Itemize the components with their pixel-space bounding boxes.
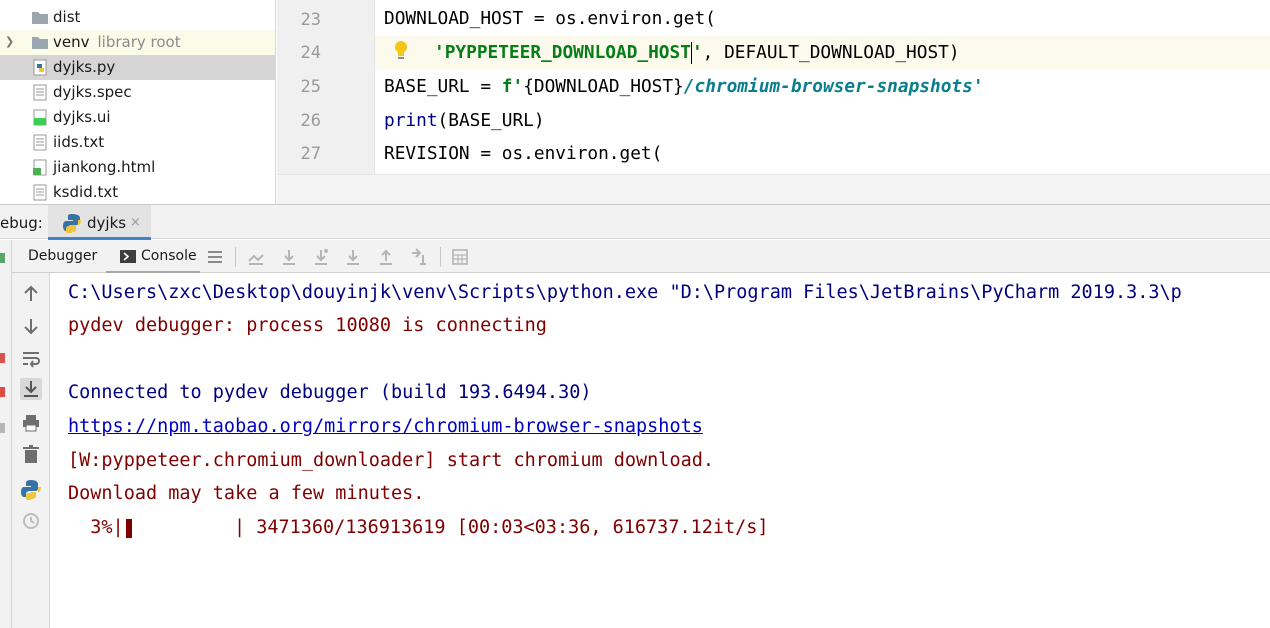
close-icon[interactable]: × — [130, 214, 141, 232]
tree-item-label: ksdid.txt — [53, 183, 119, 201]
qt-file-icon — [33, 109, 47, 126]
debug-session-tab[interactable]: dyjks × — [48, 205, 151, 240]
tree-item-label: dyjks.spec — [53, 83, 132, 101]
resume-marker[interactable] — [0, 253, 5, 263]
tree-item-dyjks-py[interactable]: dyjks.py — [0, 55, 275, 80]
tab-console[interactable]: Console — [106, 240, 200, 273]
line-number: 25 — [300, 77, 321, 97]
code-line-25: BASE_URL = f'{DOWNLOAD_HOST}/chromium-br… — [384, 76, 984, 97]
progress-bar-fill — [125, 518, 132, 538]
tab-console-label: Console — [141, 248, 197, 264]
tree-item-label: iids.txt — [53, 133, 105, 151]
text-file-icon — [33, 84, 47, 101]
toolbar-separator — [235, 247, 236, 267]
tree-item-dyjks-spec[interactable]: dyjks.spec — [0, 80, 275, 105]
text-file-icon — [33, 184, 47, 201]
stop-marker[interactable] — [0, 353, 5, 363]
scroll-to-end-icon — [24, 381, 38, 397]
mute-marker[interactable] — [0, 423, 5, 433]
tree-item-venv[interactable]: ❯ venv library root — [0, 30, 275, 55]
tree-item-label: jiankong.html — [53, 158, 156, 176]
step-over-icon[interactable] — [279, 247, 299, 267]
breakpoint-marker[interactable] — [0, 387, 5, 397]
lightbulb-icon[interactable] — [393, 40, 409, 62]
tree-item-iids-txt[interactable]: iids.txt — [0, 130, 275, 155]
toolbar-separator — [440, 247, 441, 267]
folder-icon — [32, 12, 48, 24]
tree-item-dist[interactable]: dist — [0, 5, 275, 30]
console-line-connecting: pydev debugger: process 10080 is connect… — [68, 315, 547, 336]
tree-item-label: dyjks.ui — [53, 108, 111, 126]
line-number: 26 — [300, 111, 321, 131]
tree-item-label: venv — [53, 33, 90, 51]
trash-icon[interactable] — [20, 444, 42, 466]
step-into-my-code-icon[interactable] — [343, 247, 363, 267]
editor-footer — [277, 174, 1270, 204]
text-file-icon — [33, 134, 47, 151]
console-line-download-note: Download may take a few minutes. — [68, 483, 425, 504]
debug-tool-window-header: ebug: dyjks × — [0, 204, 1270, 240]
history-clock-icon[interactable] — [20, 510, 42, 532]
project-tree: dist ❯ venv library root dyjks.py dyjks.s… — [0, 0, 276, 204]
chevron-right-icon[interactable]: ❯ — [5, 35, 17, 49]
console-link-snapshots[interactable]: https://npm.taobao.org/mirrors/chromium-… — [68, 410, 703, 444]
scroll-to-end-button[interactable] — [20, 378, 42, 400]
show-execution-point-icon[interactable] — [246, 247, 266, 267]
library-root-label: library root — [97, 33, 181, 51]
step-into-icon[interactable] — [311, 247, 331, 267]
code-line-26: print(BASE_URL) — [384, 110, 545, 131]
folder-icon — [32, 37, 48, 49]
debugger-toolbar: Debugger Console — [0, 240, 1270, 273]
console-line-command: C:\Users\zxc\Desktop\douyinjk\venv\Scrip… — [68, 282, 1182, 303]
code-editor[interactable]: 23 24 25 26 27 DOWNLOAD_HOST = os.enviro… — [277, 0, 1270, 204]
line-number-gutter: 23 24 25 26 27 — [277, 0, 375, 174]
line-number: 23 — [300, 10, 321, 30]
tree-item-label: dist — [53, 8, 81, 26]
tab-debugger[interactable]: Debugger — [28, 240, 97, 273]
python-icon — [63, 214, 81, 233]
console-output[interactable]: C:\Users\zxc\Desktop\douyinjk\venv\Scrip… — [51, 273, 1270, 628]
code-line-23: DOWNLOAD_HOST = os.environ.get( — [384, 8, 716, 29]
debug-window-title: ebug: — [0, 214, 43, 232]
code-line-24: 'PYPPETEER_DOWNLOAD_HOST', DEFAULT_DOWNL… — [434, 42, 960, 64]
tree-item-ksdid-txt[interactable]: ksdid.txt — [0, 180, 275, 204]
step-out-icon[interactable] — [376, 247, 396, 267]
python-file-icon — [33, 59, 47, 76]
run-to-cursor-icon[interactable] — [409, 247, 429, 267]
code-line-27: REVISION = os.environ.get( — [384, 143, 663, 164]
tree-item-label: dyjks.py — [53, 58, 116, 76]
print-icon[interactable] — [20, 412, 42, 434]
console-line-progress: 3%| | 3471360/136913619 [00:03<03:36, 61… — [68, 511, 769, 545]
line-number: 27 — [300, 144, 321, 164]
progress-details: | 3471360/136913619 [00:03<03:36, 616737… — [133, 517, 769, 538]
html-file-icon — [33, 159, 47, 176]
tree-item-dyjks-ui[interactable]: dyjks.ui — [0, 105, 275, 130]
progress-percent: 3%| — [68, 517, 124, 538]
line-number: 24 — [300, 43, 321, 63]
console-icon — [120, 250, 136, 263]
left-tool-strip — [0, 240, 12, 628]
down-arrow-icon[interactable] — [20, 315, 42, 337]
soft-wrap-icon[interactable] — [20, 348, 42, 370]
console-side-toolbar — [12, 273, 50, 628]
console-line-connected: Connected to pydev debugger (build 193.6… — [68, 382, 592, 403]
debug-tab-label: dyjks — [87, 214, 127, 232]
up-arrow-icon[interactable] — [20, 283, 42, 305]
python-console-icon[interactable] — [20, 478, 42, 500]
console-line-download-start: [W:pyppeteer.chromium_downloader] start … — [68, 450, 715, 471]
tree-item-jiankong-html[interactable]: jiankong.html — [0, 155, 275, 180]
evaluate-expression-icon[interactable] — [450, 247, 470, 267]
menu-icon[interactable] — [205, 247, 225, 267]
